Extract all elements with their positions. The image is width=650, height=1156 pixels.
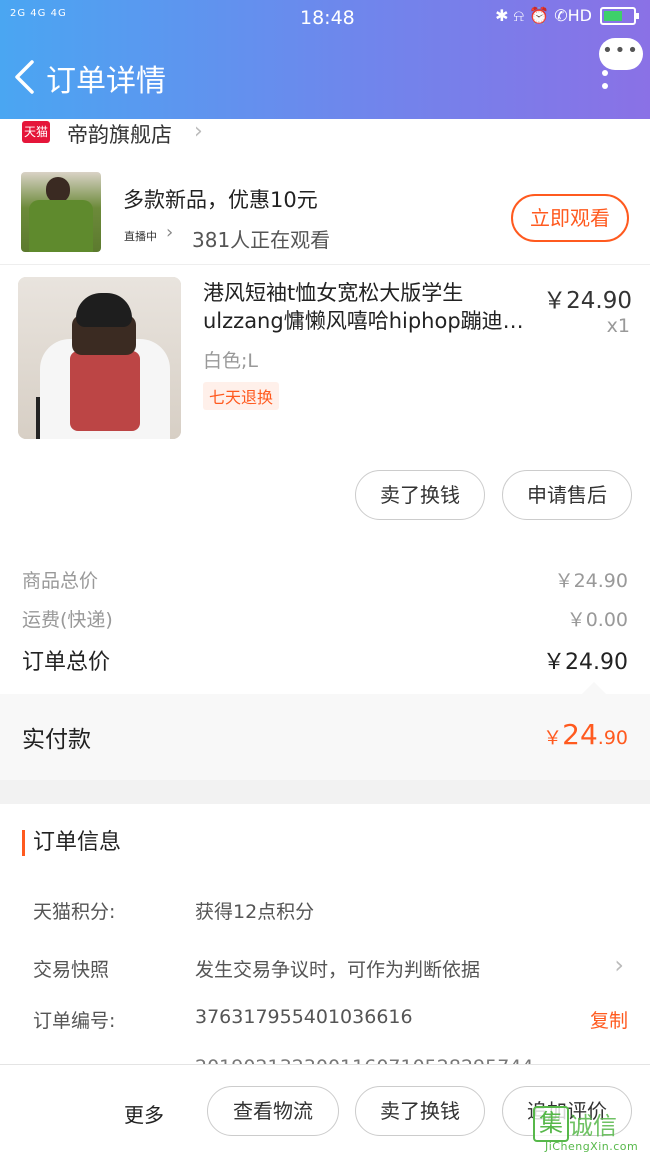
watermark-url: JiChengXin.com — [545, 1140, 639, 1153]
watermark: 集 诚信 JiChengXin.com — [533, 1106, 650, 1155]
paid-amount: ￥24.90 — [543, 718, 628, 751]
product-sku: 白色;L — [203, 350, 258, 372]
live-thumbnail[interactable] — [21, 172, 101, 252]
resell-button[interactable]: 卖了换钱 — [355, 470, 485, 520]
product-card[interactable]: 港风短袖t恤女宽松大版学生 ulzzang慵懒风嘻哈hiphop蹦迪… ￥24.… — [0, 265, 650, 535]
battery-icon — [600, 7, 639, 25]
ellipsis-icon[interactable]: ••• — [599, 38, 643, 70]
watermark-logo: 集 — [533, 1106, 569, 1142]
live-stream-banner[interactable]: 多款新品，优惠10元 直播中 › 381人正在观看 立即观看 — [0, 160, 650, 265]
back-arrow-icon[interactable] — [12, 60, 38, 94]
watch-now-button[interactable]: 立即观看 — [511, 194, 629, 242]
status-icons: ✱ ⍾ ⏰ ✆HD — [495, 6, 639, 26]
chevron-right-icon: › — [614, 951, 624, 979]
paid-integer: 24 — [562, 718, 598, 751]
section-divider — [0, 780, 650, 804]
shop-row[interactable]: 天猫 帝韵旗舰店 › — [0, 119, 650, 153]
live-status-tag: 直播中 — [124, 230, 157, 243]
tmall-badge: 天猫 — [22, 121, 50, 143]
live-title: 多款新品，优惠10元 — [123, 188, 318, 212]
after-sales-button[interactable]: 申请售后 — [502, 470, 632, 520]
shop-name[interactable]: 帝韵旗舰店 — [67, 119, 172, 149]
paid-label: 实付款 — [22, 727, 91, 753]
app-header: 2G 4G 4G 18:48 ✱ ⍾ ⏰ ✆HD 订单详情 ••• — [0, 0, 650, 119]
battery-fill — [604, 11, 622, 21]
product-title-line2: ulzzang慵懒风嘻哈hiphop蹦迪… — [203, 309, 524, 333]
snapshot-value: 发生交易争议时，可作为判断依据 — [195, 959, 481, 981]
signal-indicator: 2G 4G 4G — [10, 8, 67, 19]
shipping-label: 运费(快递) — [22, 609, 113, 631]
order-number-label: 订单编号: — [33, 1010, 116, 1032]
kebab-menu-icon[interactable] — [602, 70, 610, 96]
product-quantity: x1 — [606, 315, 630, 337]
watermark-text: 诚信 — [569, 1112, 617, 1140]
order-info-title: 订单信息 — [22, 830, 121, 856]
snapshot-label: 交易快照 — [33, 959, 110, 981]
resell-button-bottom[interactable]: 卖了换钱 — [355, 1086, 485, 1136]
status-icons-glyphs: ✱ ⍾ ⏰ ✆HD — [495, 6, 592, 25]
chevron-right-icon: › — [194, 119, 203, 144]
more-button[interactable]: 更多 — [124, 1099, 164, 1128]
order-number-value: 376317955401036616 — [195, 1006, 413, 1028]
paid-amount-row: 实付款 ￥24.90 — [0, 694, 650, 780]
paid-currency: ￥ — [543, 727, 563, 749]
order-total-label: 订单总价 — [22, 650, 111, 675]
viewer-count: 381人正在观看 — [192, 228, 331, 252]
product-image[interactable] — [18, 277, 181, 439]
goods-total-label: 商品总价 — [22, 570, 99, 592]
view-logistics-button[interactable]: 查看物流 — [207, 1086, 339, 1136]
paid-decimal: .90 — [597, 727, 628, 749]
clock: 18:48 — [300, 7, 355, 29]
copy-button[interactable]: 复制 — [590, 1006, 628, 1033]
caret-up-icon — [582, 682, 606, 694]
goods-total-value: ￥24.90 — [554, 570, 628, 592]
points-label: 天猫积分: — [33, 901, 116, 923]
product-title-line1: 港风短袖t恤女宽松大版学生 — [203, 281, 464, 305]
page-title: 订单详情 — [46, 64, 166, 99]
points-value: 获得12点积分 — [195, 901, 315, 923]
return-policy-badge: 七天退换 — [203, 382, 280, 410]
product-title[interactable]: 港风短袖t恤女宽松大版学生 ulzzang慵懒风嘻哈hiphop蹦迪… — [203, 279, 533, 335]
status-bar: 2G 4G 4G 18:48 ✱ ⍾ ⏰ ✆HD — [0, 0, 650, 34]
chevron-right-icon: › — [166, 222, 174, 243]
order-total-value: ￥24.90 — [543, 650, 628, 675]
shipping-value: ￥0.00 — [566, 609, 628, 631]
product-price: ￥24.90 — [543, 288, 632, 314]
partial-row-text: 2019021323001160710528295744 — [195, 1052, 533, 1064]
